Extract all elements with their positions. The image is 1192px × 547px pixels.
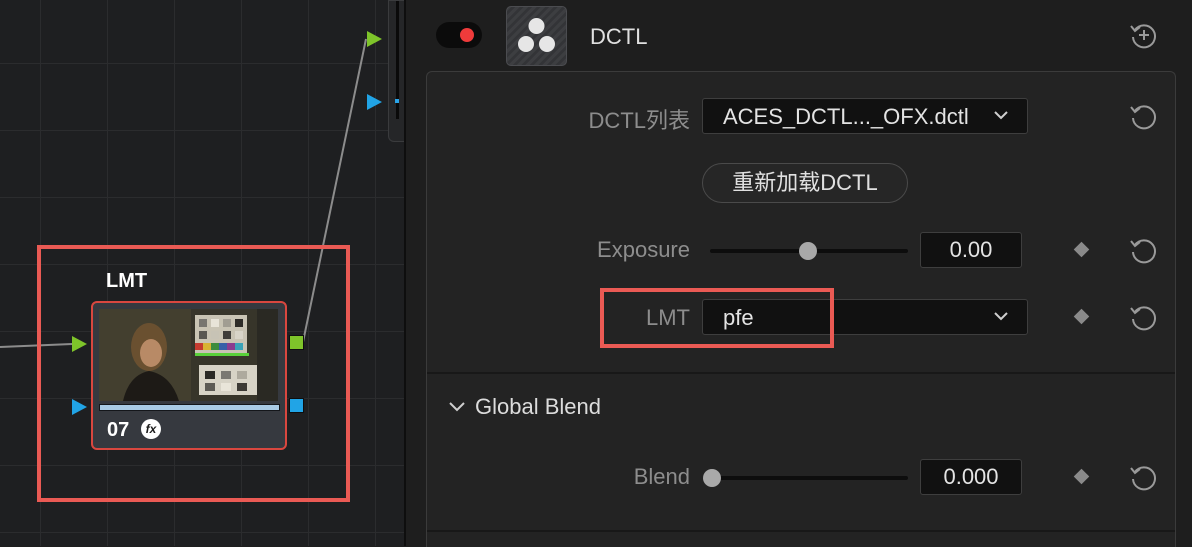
node-alpha-output-connector[interactable] <box>289 398 304 413</box>
node-rgb-input-connector[interactable] <box>72 336 87 352</box>
output-alpha-input-connector[interactable] <box>367 94 382 110</box>
reset-icon[interactable] <box>1128 462 1158 492</box>
toggle-indicator <box>460 28 474 42</box>
chevron-down-icon[interactable] <box>448 400 466 414</box>
node-alpha-input-connector[interactable] <box>72 399 87 415</box>
chevron-down-icon <box>994 111 1008 120</box>
dctl-list-dropdown[interactable]: ACES_DCTL..._OFX.dctl <box>702 98 1028 134</box>
plugin-enable-toggle[interactable] <box>436 22 482 48</box>
reset-icon[interactable] <box>1128 235 1158 265</box>
blend-value-field[interactable]: 0.000 <box>920 459 1022 495</box>
reload-dctl-button[interactable]: 重新加载DCTL <box>702 163 908 203</box>
lmt-node[interactable]: 07 fx <box>91 301 287 450</box>
exposure-value-field[interactable]: 0.00 <box>920 232 1022 268</box>
chevron-down-icon <box>994 312 1008 321</box>
dctl-list-value: ACES_DCTL..._OFX.dctl <box>723 104 969 129</box>
node-rgb-output-connector[interactable] <box>289 335 304 350</box>
reset-icon[interactable] <box>1128 101 1158 131</box>
plugin-title: DCTL <box>590 24 648 49</box>
reset-icon[interactable] <box>1128 302 1158 332</box>
output-node-indicator <box>395 99 399 103</box>
blend-label: Blend <box>633 464 690 489</box>
node-number: 07 <box>107 419 130 441</box>
node-label: LMT <box>106 270 148 292</box>
davinci-resolve-icon <box>506 6 567 66</box>
reset-all-icon[interactable] <box>1128 20 1158 50</box>
blend-slider-handle[interactable] <box>703 469 721 487</box>
dctl-list-label: DCTL列表 <box>588 108 690 133</box>
global-blend-header[interactable]: Global Blend <box>475 394 601 420</box>
output-rgb-input-connector[interactable] <box>367 31 382 47</box>
node-editor[interactable]: LMT 07 fx <box>0 0 405 546</box>
output-node[interactable] <box>388 0 405 142</box>
lmt-highlight-box <box>600 288 834 348</box>
node-progress-bar <box>99 404 280 411</box>
exposure-slider-handle[interactable] <box>799 242 817 260</box>
fx-icon: fx <box>141 419 161 439</box>
section-divider <box>427 372 1175 374</box>
blend-slider[interactable] <box>710 476 908 480</box>
exposure-label: Exposure <box>597 237 690 262</box>
section-divider <box>427 530 1175 532</box>
node-thumbnail <box>99 309 278 401</box>
dctl-inspector-panel: DCTL DCTL列表 ACES_DCTL..._OFX.dctl 重新加载DC… <box>406 0 1192 547</box>
